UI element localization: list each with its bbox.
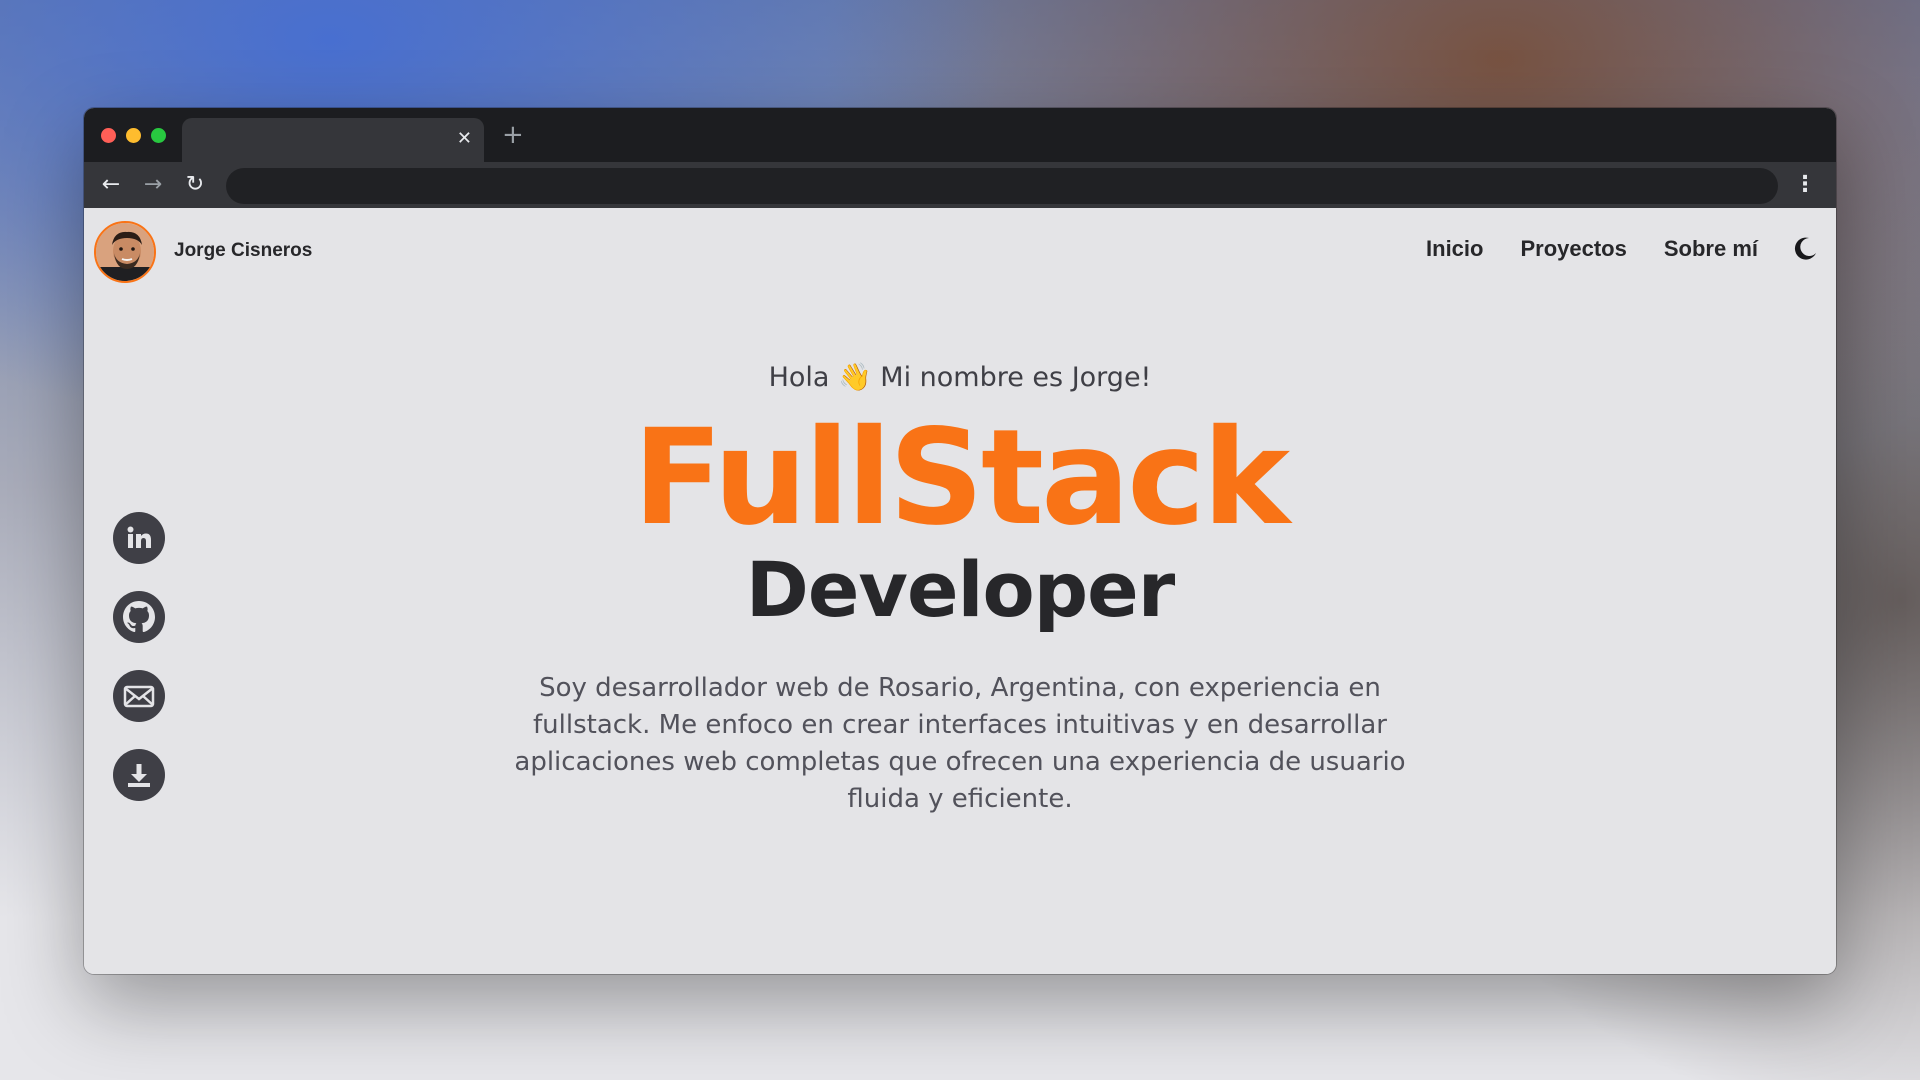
site-header: Jorge Cisneros Inicio Proyectos Sobre mí [84,208,1836,294]
tab-bar: ✕ + [84,108,1836,162]
tab-close-icon[interactable]: ✕ [457,128,472,150]
new-tab-button[interactable]: + [502,122,524,148]
hero-section: Hola 👋 Mi nombre es Jorge! FullStack Dev… [84,358,1836,818]
hero-subtitle: Developer [745,545,1175,634]
hero-description: Soy desarrollador web de Rosario, Argent… [514,673,1406,814]
address-bar[interactable] [226,168,1778,204]
greeting-hello: Hola [768,362,830,393]
browser-window: ✕ + ← → ↻ ⋮ Jorge Cisneros Inicio Proyec… [84,108,1836,974]
minimize-window-button[interactable] [126,128,141,143]
back-arrow-icon[interactable]: ← [96,170,126,200]
forward-arrow-icon[interactable]: → [138,170,168,200]
avatar[interactable] [94,221,156,283]
browser-tab[interactable]: ✕ [182,118,484,162]
moon-icon[interactable] [1792,236,1818,262]
greeting: Hola 👋 Mi nombre es Jorge! [84,358,1836,398]
avatar-portrait-icon [96,223,154,281]
nav-link-proyectos[interactable]: Proyectos [1520,236,1626,262]
close-window-button[interactable] [101,128,116,143]
hero-title: FullStack [632,401,1290,555]
brand-name[interactable]: Jorge Cisneros [174,240,312,262]
main-nav: Inicio Proyectos Sobre mí [1426,236,1758,262]
greeting-name: Mi nombre es Jorge! [880,362,1152,393]
waving-hand-icon: 👋 [838,362,872,393]
maximize-window-button[interactable] [151,128,166,143]
reload-icon[interactable]: ↻ [180,170,210,200]
browser-menu-icon[interactable]: ⋮ [1794,170,1816,200]
nav-link-sobre-mi[interactable]: Sobre mí [1664,236,1758,262]
browser-toolbar: ← → ↻ ⋮ [84,162,1836,208]
page-content: Jorge Cisneros Inicio Proyectos Sobre mí [84,208,1836,974]
nav-link-inicio[interactable]: Inicio [1426,236,1483,262]
window-controls [101,128,166,143]
